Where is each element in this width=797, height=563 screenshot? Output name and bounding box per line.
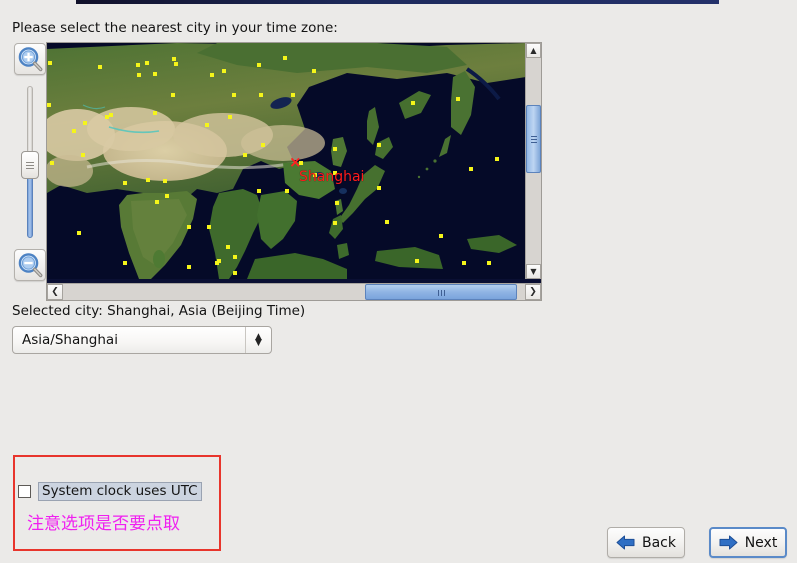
chevron-updown-icon[interactable]: ▲ ▼ xyxy=(245,327,271,353)
map-scroll-down-button[interactable]: ▼ xyxy=(526,264,541,279)
map-zoom-slider[interactable] xyxy=(21,86,39,238)
system-clock-utc-label[interactable]: System clock uses UTC xyxy=(38,482,202,501)
back-button[interactable]: Back xyxy=(607,527,685,558)
map-zoom-in-button[interactable] xyxy=(14,43,46,75)
map-scroll-right-button[interactable]: ❯ xyxy=(525,284,541,300)
window-accent-bar xyxy=(76,0,719,4)
selected-city-label: Shanghai xyxy=(299,169,365,185)
zoom-slider-thumb[interactable] xyxy=(21,151,39,179)
timezone-map-widget: × Shanghai ▲ ▼ ❮ ❯ xyxy=(12,42,542,301)
arrow-left-icon xyxy=(616,535,635,550)
satellite-map-image xyxy=(47,43,526,279)
map-scroll-up-button[interactable]: ▲ xyxy=(526,43,541,58)
zoom-slider-track-upper xyxy=(27,86,33,160)
map-horizontal-scrollbar[interactable]: ❮ ❯ xyxy=(47,283,541,300)
next-button-label: Next xyxy=(744,534,778,551)
magnifier-plus-icon xyxy=(18,47,43,72)
page-title: Please select the nearest city in your t… xyxy=(12,20,338,36)
annotation-highlight-box: System clock uses UTC 注意选项是否要点取 xyxy=(13,455,221,551)
timezone-select-value: Asia/Shanghai xyxy=(22,332,118,348)
map-zoom-out-button[interactable] xyxy=(14,249,46,281)
world-map-canvas[interactable]: × Shanghai xyxy=(47,43,526,279)
system-clock-utc-checkbox[interactable] xyxy=(18,485,31,498)
arrow-right-icon xyxy=(719,535,738,550)
back-button-label: Back xyxy=(642,534,676,551)
selected-city-text: Selected city: Shanghai, Asia (Beijing T… xyxy=(12,303,306,319)
map-frame: × Shanghai ▲ ▼ ❮ ❯ xyxy=(46,42,542,301)
map-scroll-left-button[interactable]: ❮ xyxy=(47,284,63,300)
timezone-select[interactable]: Asia/Shanghai ▲ ▼ xyxy=(12,326,272,354)
next-button[interactable]: Next xyxy=(709,527,787,558)
chevron-down-icon: ▼ xyxy=(255,338,262,348)
map-vertical-scroll-thumb[interactable] xyxy=(526,105,541,173)
magnifier-minus-icon xyxy=(18,253,43,278)
selected-city-marker: × xyxy=(289,153,302,171)
map-vertical-scrollbar[interactable]: ▲ ▼ xyxy=(525,43,541,279)
zoom-slider-track-lower xyxy=(27,174,33,238)
map-horizontal-scroll-thumb[interactable] xyxy=(365,284,517,300)
annotation-note-text: 注意选项是否要点取 xyxy=(27,514,180,534)
map-zoom-controls xyxy=(12,42,46,283)
system-clock-utc-row[interactable]: System clock uses UTC xyxy=(18,482,202,501)
